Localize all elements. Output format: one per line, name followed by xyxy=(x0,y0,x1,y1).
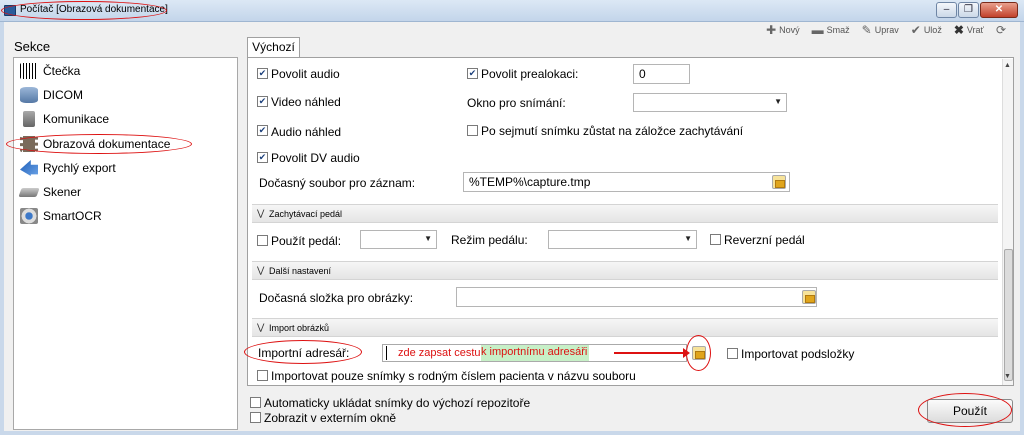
plug-icon xyxy=(23,111,35,127)
text-caret xyxy=(386,346,387,360)
prealokace-input[interactable]: 0 xyxy=(633,64,690,84)
close-window-button[interactable]: ✕ xyxy=(980,2,1018,18)
auto-ukladat-checkbox[interactable] xyxy=(250,397,261,408)
po-sejmuti-label: Po sejmutí snímku zůstat na záložce zach… xyxy=(481,124,744,138)
reverzni-pedal-label: Reverzní pedál xyxy=(724,233,805,247)
zobrazit-v-oknu-label: Zobrazit v externím okně xyxy=(264,411,397,425)
importovat-pouze-checkbox[interactable] xyxy=(257,370,268,381)
chevron-collapse-icon: ⋁ xyxy=(257,322,265,332)
folder-browse-icon[interactable] xyxy=(772,175,786,189)
delete-button[interactable]: ▬ Smaž xyxy=(812,22,850,38)
sidebar-item-rychly-export[interactable]: Rychlý export xyxy=(20,158,116,178)
docasny-soubor-input[interactable]: %TEMP%\capture.tmp xyxy=(463,172,790,192)
docasny-soubor-label: Dočasný soubor pro záznam: xyxy=(259,176,416,190)
scrollbar-thumb[interactable] xyxy=(1004,249,1013,381)
folder-browse-icon[interactable] xyxy=(802,290,816,304)
window-titlebar: Počítač [Obrazová dokumentace] – ❐ ✕ xyxy=(0,0,1024,22)
povolit-audio-label: Povolit audio xyxy=(271,67,340,81)
povolit-prealokaci-checkbox[interactable]: ✔ xyxy=(467,68,478,79)
sidebar-item-smartocr[interactable]: SmartOCR xyxy=(20,206,102,226)
minimize-button[interactable]: – xyxy=(936,2,957,18)
video-nahled-checkbox[interactable]: ✔ xyxy=(257,96,268,107)
ocr-icon xyxy=(20,208,38,224)
okno-pro-snimani-label: Okno pro snímání: xyxy=(467,96,566,110)
povolit-dv-audio-label: Povolit DV audio xyxy=(271,151,360,165)
povolit-dv-audio-checkbox[interactable]: ✔ xyxy=(257,152,268,163)
label-annotation-oval xyxy=(244,340,362,364)
save-button[interactable]: ✔ Ulož xyxy=(911,22,942,38)
annotation-hint-green: k importnímu adresáři xyxy=(481,345,590,361)
maximize-button[interactable]: ❐ xyxy=(958,2,979,18)
okno-pro-snimani-select[interactable]: ▼ xyxy=(633,93,787,112)
vertical-scrollbar[interactable]: ▲ ▼ xyxy=(1002,59,1013,385)
selected-item-annotation-oval xyxy=(6,134,192,154)
reverzni-pedal-checkbox[interactable] xyxy=(710,234,721,245)
minus-icon: ▬ xyxy=(811,23,824,37)
checkmark-icon: ✔ xyxy=(910,23,921,37)
toolbar: ✚ Nový ▬ Smaž ✎ Uprav ✔ Ulož ✖ Vrať ⟳ xyxy=(766,22,1006,38)
refresh-icon: ⟳ xyxy=(995,23,1006,37)
po-sejmuti-checkbox[interactable] xyxy=(467,125,478,136)
povolit-prealokaci-label: Povolit prealokaci: xyxy=(481,67,579,81)
chevron-down-icon: ▼ xyxy=(684,234,692,243)
x-icon: ✖ xyxy=(953,23,964,37)
audio-nahled-checkbox[interactable]: ✔ xyxy=(257,125,268,136)
sidebar-item-dicom[interactable]: DICOM xyxy=(20,85,83,105)
zobrazit-v-oknu-checkbox[interactable] xyxy=(250,412,261,423)
rezim-pedalu-label: Režim pedálu: xyxy=(451,233,528,247)
group-import-obrazku[interactable]: ⋁ Import obrázků xyxy=(252,318,998,337)
export-arrow-icon xyxy=(20,160,38,176)
annotation-arrow xyxy=(614,348,690,358)
pouzit-pedal-checkbox[interactable] xyxy=(257,235,268,246)
refresh-button[interactable]: ⟳ xyxy=(996,22,1006,38)
annotation-hint-red: zde zapsat cestu xyxy=(398,347,481,359)
scroll-down-arrow-icon[interactable]: ▼ xyxy=(1004,373,1011,380)
database-icon xyxy=(20,87,38,103)
audio-nahled-label: Audio náhled xyxy=(271,125,342,139)
group-dalsi-nastaveni[interactable]: ⋁ Další nastavení xyxy=(252,261,998,280)
rezim-pedalu-select[interactable]: ▼ xyxy=(548,230,697,249)
scanner-icon xyxy=(18,187,40,197)
auto-ukladat-label: Automaticky ukládat snímky do výchozí re… xyxy=(264,396,531,410)
importovat-podslozky-checkbox[interactable] xyxy=(727,348,738,359)
importovat-pouze-label: Importovat pouze snímky s rodným číslem … xyxy=(271,369,636,383)
docasna-slozka-input[interactable] xyxy=(456,287,817,307)
chevron-down-icon: ▼ xyxy=(774,97,782,106)
scroll-up-arrow-icon[interactable]: ▲ xyxy=(1004,62,1011,69)
pouzit-pedal-select[interactable]: ▼ xyxy=(360,230,437,249)
tab-vychozi[interactable]: Výchozí xyxy=(247,37,300,58)
docasna-slozka-label: Dočasná složka pro obrázky: xyxy=(259,291,414,305)
plus-icon: ✚ xyxy=(766,23,777,37)
sidebar-list: Čtečka DICOM Komunikace Obrazová dokumen… xyxy=(6,57,238,430)
sidebar-label: Sekce xyxy=(14,39,51,54)
pouzit-pedal-label: Použít pedál: xyxy=(271,234,342,248)
folder-button-annotation-oval xyxy=(686,335,711,371)
chevron-collapse-icon: ⋁ xyxy=(257,208,265,218)
window-client: ✚ Nový ▬ Smaž ✎ Uprav ✔ Ulož ✖ Vrať ⟳ Sekce Č… xyxy=(0,22,1024,435)
pencil-icon: ✎ xyxy=(861,23,872,37)
importovat-podslozky-label: Importovat podsložky xyxy=(741,347,855,361)
edit-button[interactable]: ✎ Uprav xyxy=(862,22,899,38)
video-nahled-label: Video náhled xyxy=(271,95,341,109)
revert-button[interactable]: ✖ Vrať xyxy=(954,22,984,38)
group-zachytavaci-pedal[interactable]: ⋁ Zachytávací pedál xyxy=(252,204,998,223)
sidebar-item-komunikace[interactable]: Komunikace xyxy=(20,109,109,129)
new-button[interactable]: ✚ Nový xyxy=(766,22,800,38)
povolit-audio-checkbox[interactable]: ✔ xyxy=(257,68,268,79)
sidebar-item-ctecka[interactable]: Čtečka xyxy=(20,61,80,81)
apply-annotation-oval xyxy=(918,393,1012,427)
barcode-icon xyxy=(20,63,38,79)
chevron-collapse-icon: ⋁ xyxy=(257,265,265,275)
title-annotation-oval xyxy=(1,1,167,20)
chevron-down-icon: ▼ xyxy=(424,234,432,243)
sidebar-item-skener[interactable]: Skener xyxy=(18,182,81,202)
